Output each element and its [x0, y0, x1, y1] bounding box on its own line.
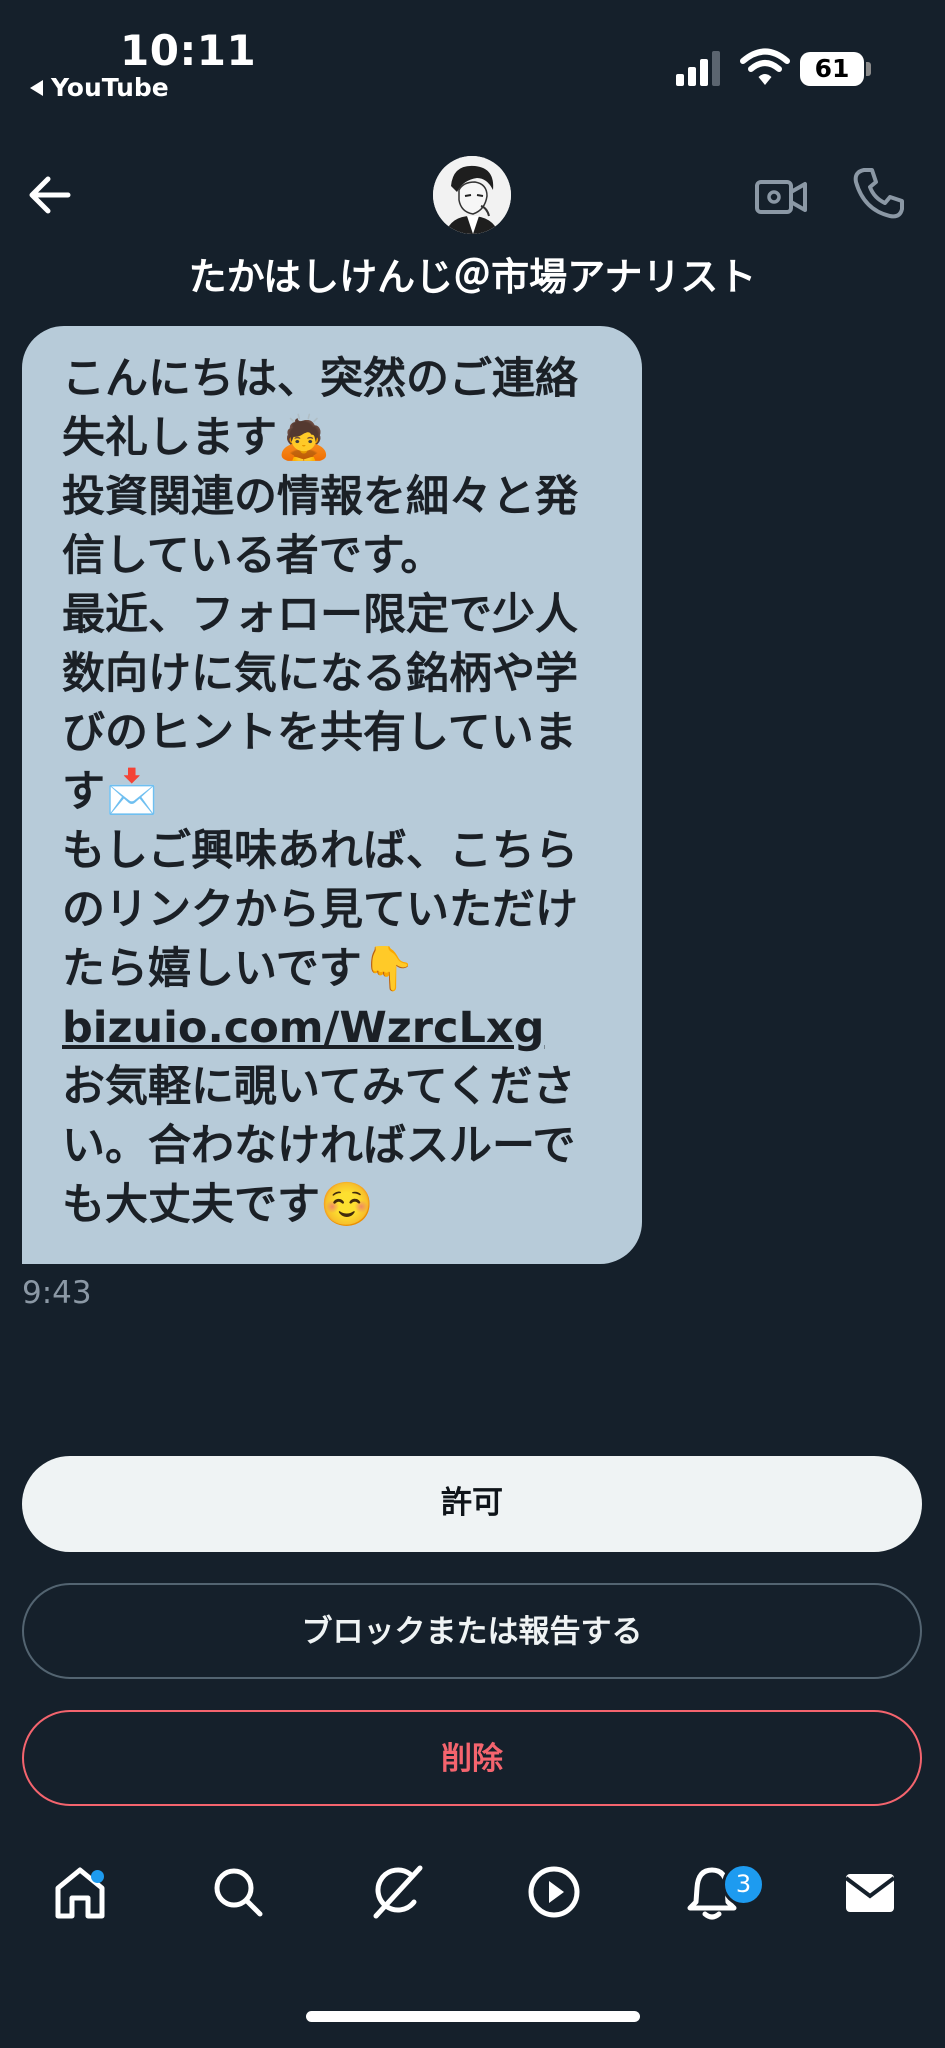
message-text: こんにちは、突然のご連絡失礼します🙇 投資関連の情報を細々と発信している者です。… [62, 350, 612, 1235]
status-bar: 10:11 YouTube 61 [0, 0, 945, 110]
battery-nub [866, 62, 871, 76]
arrow-left-icon[interactable] [22, 167, 78, 223]
allow-button[interactable]: 許可 [22, 1456, 922, 1552]
cellular-signal-icon [676, 51, 720, 86]
home-indicator[interactable] [306, 2011, 640, 2022]
back-app-label: YouTube [51, 73, 169, 102]
video-camera-icon[interactable] [754, 170, 808, 224]
message-text-part-1: こんにちは、突然のご連絡失礼します🙇 投資関連の情報を細々と発信している者です。… [62, 354, 578, 994]
status-time: 10:11 [120, 26, 257, 75]
battery-indicator: 61 [800, 52, 864, 86]
wifi-icon [740, 48, 790, 85]
delete-button[interactable]: 削除 [22, 1710, 922, 1806]
contact-name[interactable]: たかはしけんじ＠市場アナリスト [0, 246, 945, 301]
notifications-badge: 3 [722, 1863, 765, 1906]
back-triangle-icon [30, 79, 43, 96]
search-icon[interactable] [208, 1862, 268, 1922]
block-or-report-button[interactable]: ブロックまたは報告する [22, 1583, 922, 1679]
contact-avatar[interactable] [433, 156, 511, 234]
home-unread-dot [91, 1870, 104, 1883]
mail-icon[interactable] [840, 1862, 900, 1922]
conversation-header: たかはしけんじ＠市場アナリスト [0, 140, 945, 310]
phone-icon[interactable] [850, 166, 906, 222]
message-timestamp: 9:43 [22, 1275, 92, 1311]
back-to-app-link[interactable]: YouTube [30, 73, 169, 102]
message-link[interactable]: bizuio.com/WzrcLxg [62, 1003, 544, 1053]
play-icon[interactable] [524, 1862, 584, 1922]
message-bubble: こんにちは、突然のご連絡失礼します🙇 投資関連の情報を細々と発信している者です。… [22, 326, 642, 1264]
bottom-tab-bar: 3 [0, 1862, 945, 1948]
message-text-part-2: お気軽に覗いてみてください。合わなければスルーでも大丈夫です☺️ [62, 1062, 576, 1230]
avatar-illustration [433, 156, 511, 234]
grok-icon[interactable] [366, 1862, 426, 1922]
